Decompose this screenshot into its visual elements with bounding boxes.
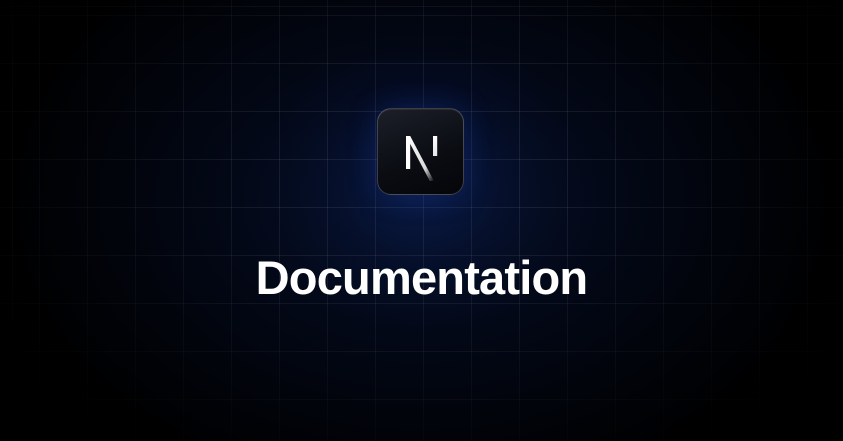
page-title: Documentation	[255, 251, 588, 304]
logo-tile	[377, 108, 464, 195]
nextjs-n-logo-icon	[406, 136, 438, 181]
background-grid	[0, 0, 843, 441]
documentation-banner: Documentation	[0, 0, 843, 441]
